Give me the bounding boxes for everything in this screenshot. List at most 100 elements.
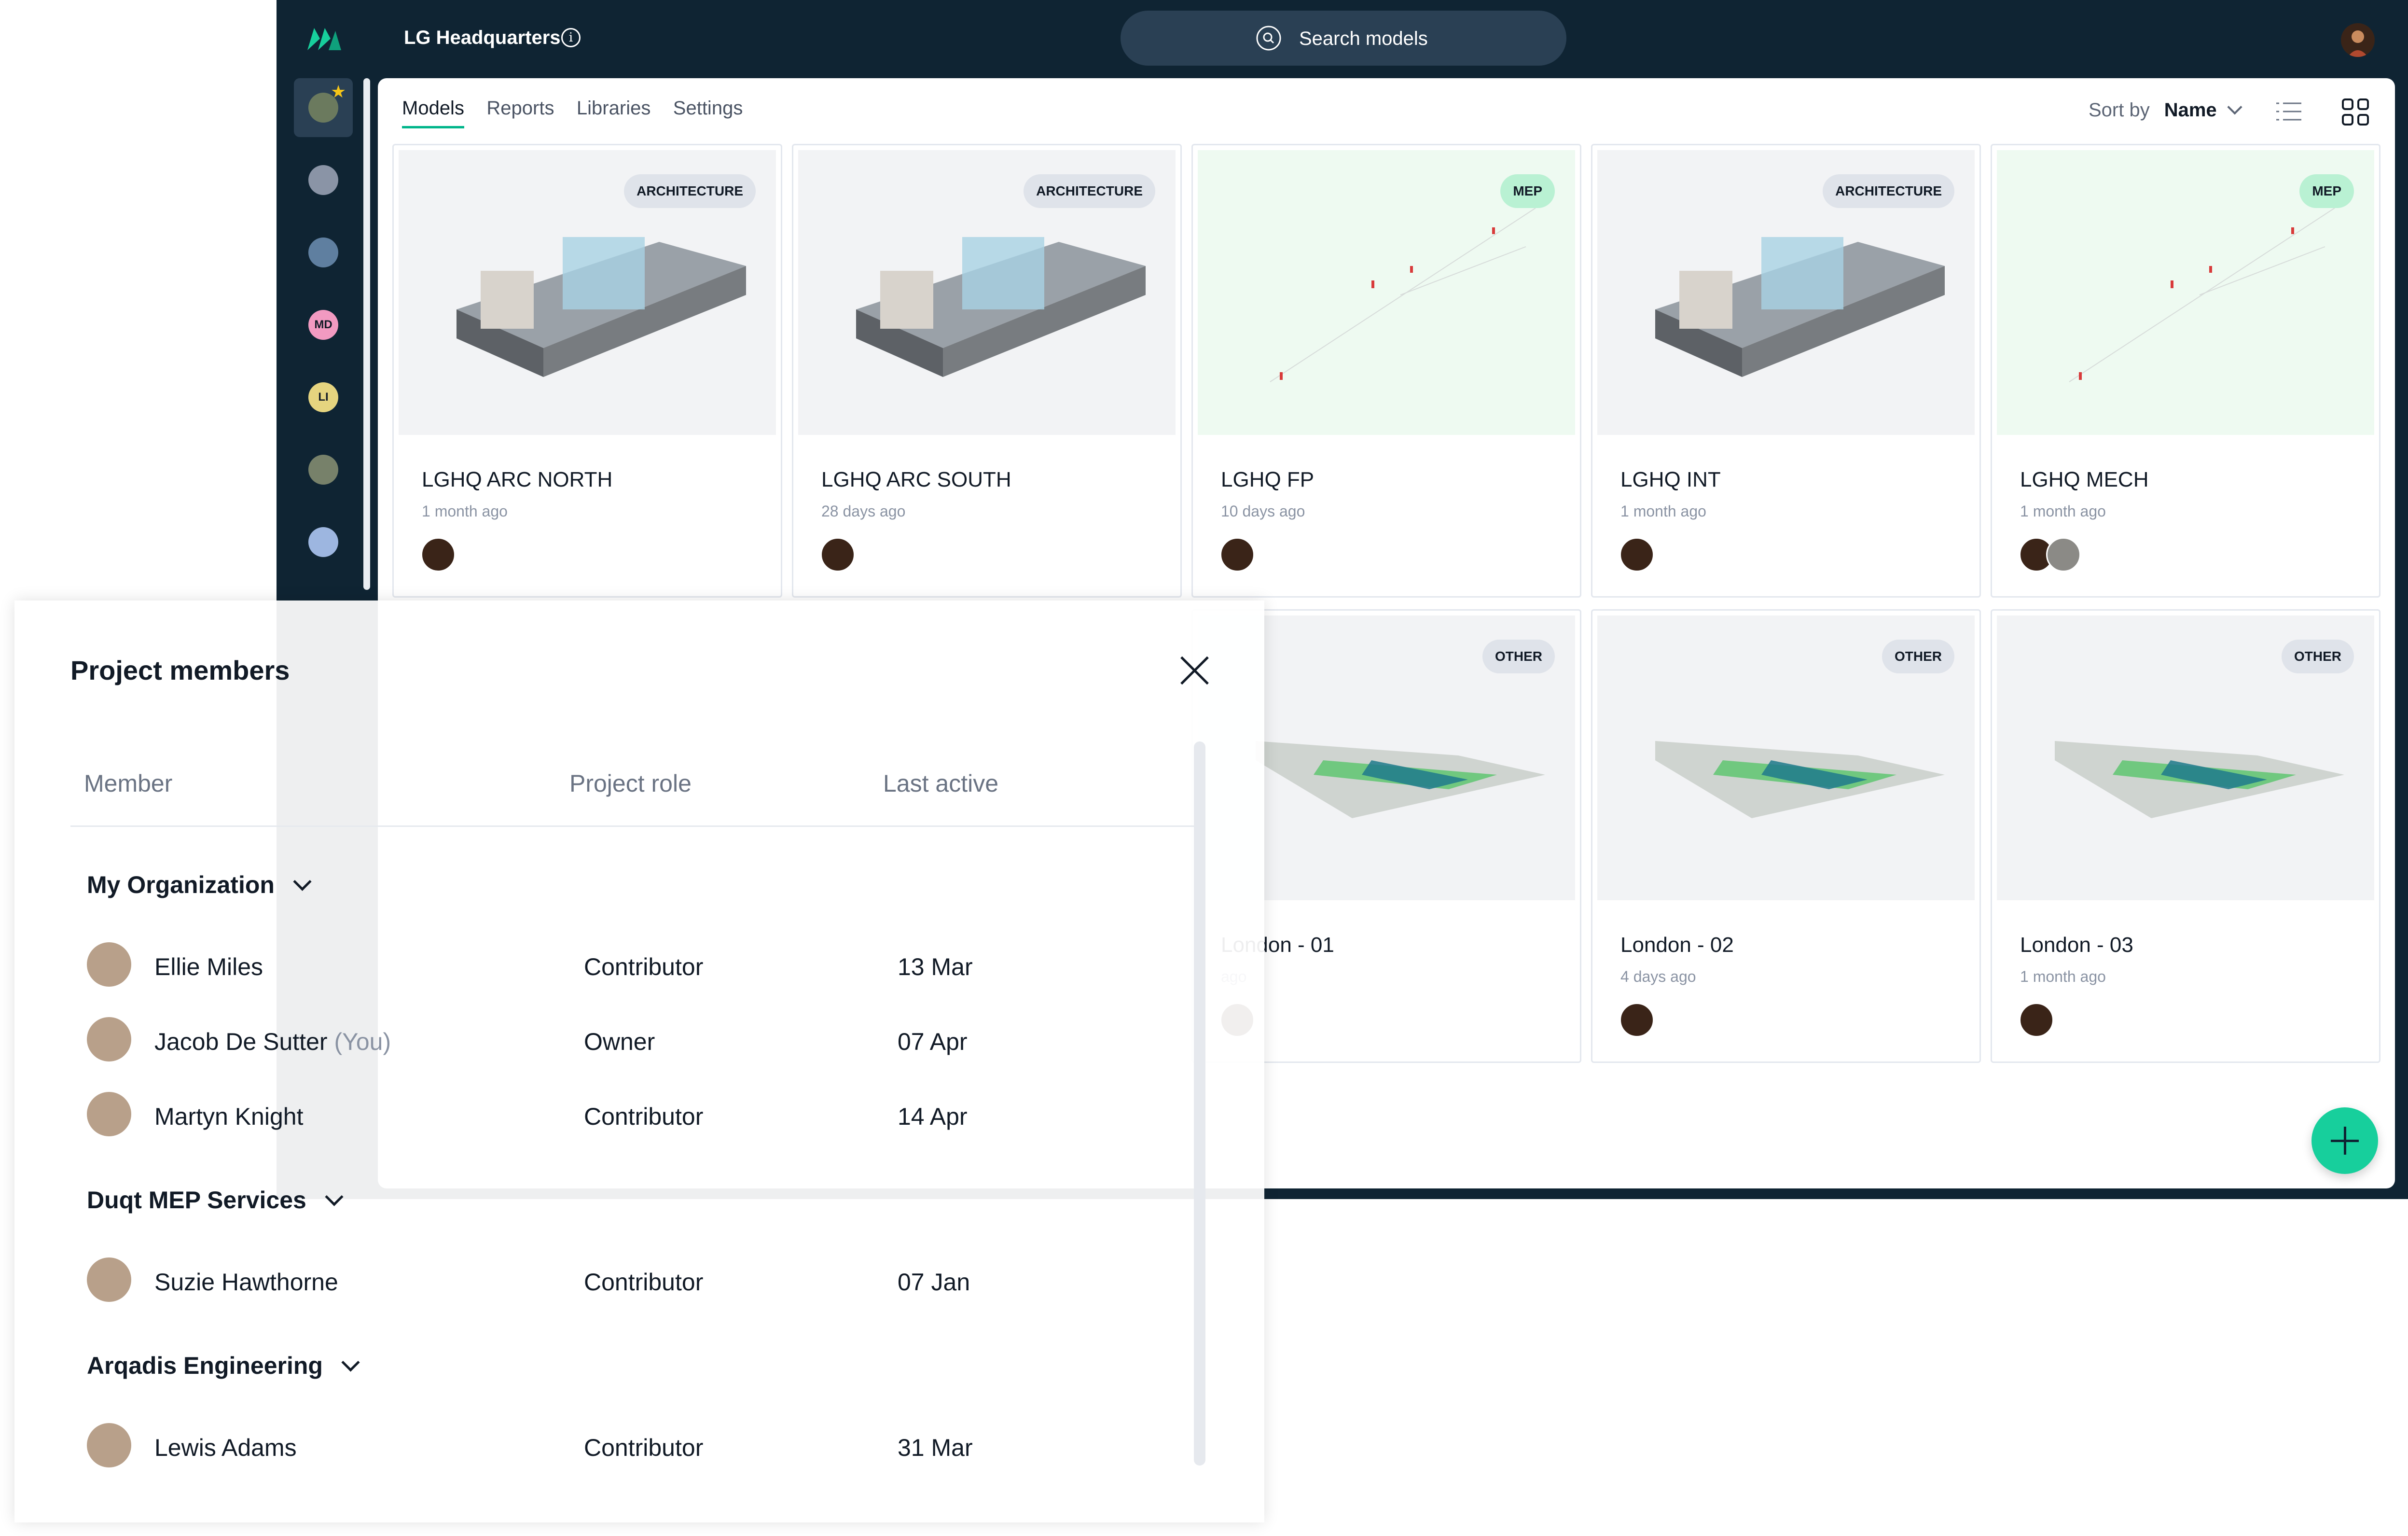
user-avatar[interactable] [2341,23,2375,57]
chevron-down-icon [293,872,312,891]
rail-project-item[interactable] [294,513,353,572]
discipline-badge: ARCHITECTURE [1823,174,1954,208]
avatar [87,1257,131,1302]
discipline-badge: OTHER [1882,640,1954,673]
tab-settings[interactable]: Settings [673,98,743,126]
avatar [87,1017,131,1061]
search-icon [1256,25,1282,51]
star-icon: ★ [331,82,346,101]
member-group-header[interactable]: Arqadis Engineering [87,1352,360,1380]
top-bar: LG Headquarters i Search models [277,0,2408,78]
discipline-badge: OTHER [1482,640,1555,673]
sort-dropdown[interactable]: Sort by Name [2089,99,2242,121]
member-last-active: 14 Apr [898,1103,968,1130]
avatar [87,942,131,987]
model-card[interactable]: MEP LGHQ MECH 1 month ago [1991,144,2380,598]
project-thumbnail [308,237,338,267]
member-name-text: Lewis Adams [154,1434,297,1461]
collaborator-avatar [2019,1003,2054,1037]
tab-models[interactable]: Models [402,98,464,128]
rail-project-item[interactable] [294,440,353,499]
discipline-badge: ARCHITECTURE [1024,174,1155,208]
model-title: LGHQ INT [1620,468,1721,491]
project-thumbnail [308,527,338,557]
member-row[interactable]: Jacob De Sutter (You) Owner 07 Apr [87,1017,1173,1065]
model-card[interactable]: MEP LGHQ FP 10 days ago [1191,144,1581,598]
close-icon[interactable] [1177,654,1211,687]
column-header-role[interactable]: Project role [569,769,692,797]
avatar [87,1092,131,1136]
member-name-text: Ellie Miles [154,953,263,980]
model-card[interactable]: ARCHITECTURE LGHQ INT 1 month ago [1591,144,1981,598]
app-logo-icon[interactable] [305,24,342,53]
member-last-active: 07 Jan [898,1269,970,1296]
project-thumbnail [308,455,338,485]
rail-project-item[interactable]: MD [294,295,353,354]
model-title: London - 03 [2020,933,2133,957]
rail-project-item[interactable] [294,223,353,282]
member-last-active: 31 Mar [898,1434,973,1461]
project-title: LG Headquarters [404,27,561,48]
project-initials-avatar: MD [308,310,338,340]
member-role: Contributor [584,1103,704,1130]
discipline-badge: MEP [2299,174,2354,208]
member-name-text: Martyn Knight [154,1103,304,1130]
discipline-badge: MEP [1500,174,1555,208]
model-card[interactable]: OTHER London - 03 1 month ago [1991,609,2380,1063]
member-group-header[interactable]: My Organization [87,871,312,899]
rail-scrollbar[interactable] [363,78,370,590]
add-model-button[interactable] [2311,1107,2378,1174]
model-updated: 1 month ago [2020,503,2106,520]
grid-view-icon[interactable] [2341,98,2370,126]
tab-reports[interactable]: Reports [486,98,554,126]
model-updated: 10 days ago [1221,503,1305,520]
collaborator-avatar [820,537,855,572]
member-group-header[interactable]: Duqt MEP Services [87,1186,344,1214]
column-header-member[interactable]: Member [84,769,172,797]
rail-project-item[interactable] [294,151,353,209]
scrollbar[interactable] [1194,741,1205,1466]
sort-value: Name [2164,99,2217,121]
model-card[interactable]: OTHER London - 02 4 days ago [1591,609,1981,1063]
member-name: Martyn Knight [154,1103,303,1131]
tab-libraries[interactable]: Libraries [577,98,650,126]
avatar [87,1423,131,1467]
member-role: Contributor [584,953,704,980]
collaborator-avatar [2046,537,2081,572]
project-initials-avatar: LI [308,382,338,412]
header-divider [70,825,1195,827]
search-label: Search models [1299,28,1428,49]
collaborator-avatar [1619,1003,1654,1037]
collaborator-avatar [1619,537,1654,572]
rail-project-item[interactable]: ★ [294,78,353,137]
model-card[interactable]: ARCHITECTURE LGHQ ARC NORTH 1 month ago [392,144,782,598]
model-updated: 1 month ago [2020,968,2106,985]
model-updated: 1 month ago [1620,503,1706,520]
model-card[interactable]: ARCHITECTURE LGHQ ARC SOUTH 28 days ago [792,144,1182,598]
collaborator-avatar [1220,537,1255,572]
model-updated: 28 days ago [821,503,906,520]
member-row[interactable]: Ellie Miles Contributor 13 Mar [87,942,1173,991]
chevron-down-icon [325,1187,344,1206]
model-title: London - 02 [1620,933,1734,957]
member-row[interactable]: Lewis Adams Contributor 31 Mar [87,1423,1173,1471]
column-header-last-active[interactable]: Last active [883,769,998,797]
discipline-badge: ARCHITECTURE [624,174,756,208]
group-name: My Organization [87,871,275,898]
member-role: Contributor [584,1269,704,1296]
rail-project-item[interactable]: LI [294,368,353,427]
search-models-button[interactable]: Search models [1121,11,1566,66]
list-view-icon[interactable] [2274,99,2303,124]
chevron-down-icon [2227,99,2242,115]
member-row[interactable]: Suzie Hawthorne Contributor 07 Jan [87,1257,1173,1306]
project-members-panel: Project members Member Project role Last… [14,600,1264,1522]
collaborator-avatar [421,537,456,572]
member-row[interactable]: Martyn Knight Contributor 14 Apr [87,1092,1173,1140]
model-title: LGHQ FP [1221,468,1315,491]
member-name-text: Jacob De Sutter [154,1028,328,1055]
discipline-badge: OTHER [2282,640,2354,673]
info-icon[interactable]: i [561,28,581,47]
chevron-down-icon [341,1353,360,1372]
member-last-active: 13 Mar [898,953,973,980]
member-role: Owner [584,1028,655,1055]
